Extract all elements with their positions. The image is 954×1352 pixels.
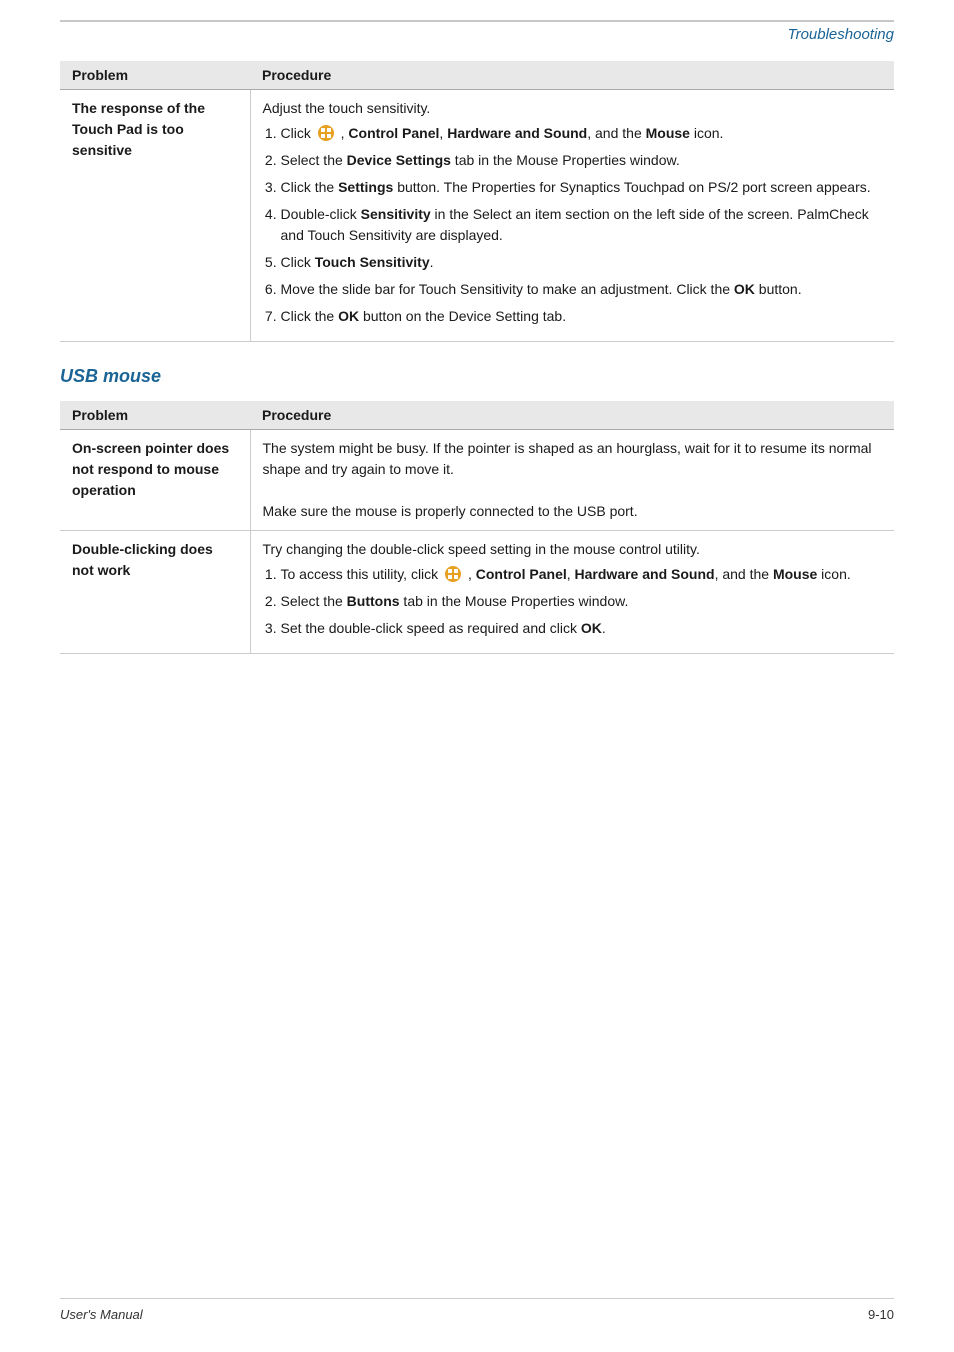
bold-text: Hardware and Sound xyxy=(575,566,715,582)
list-item: Move the slide bar for Touch Sensitivity… xyxy=(281,279,883,300)
touchpad-table: Problem Procedure The response of the To… xyxy=(60,61,894,342)
footer-page-number: 9-10 xyxy=(868,1307,894,1322)
procedure-steps: To access this utility, click , Control … xyxy=(281,564,883,639)
footer: User's Manual 9-10 xyxy=(60,1298,894,1322)
procedure-cell: Try changing the double-click speed sett… xyxy=(250,531,894,654)
procedure-cell: The system might be busy. If the pointer… xyxy=(250,430,894,531)
page-container: Troubleshooting Problem Procedure The re… xyxy=(0,0,954,1352)
bold-text: Touch Sensitivity xyxy=(315,254,430,270)
bold-text: Device Settings xyxy=(347,152,451,168)
procedure-intro: Try changing the double-click speed sett… xyxy=(263,539,883,560)
table-header-row: Problem Procedure xyxy=(60,61,894,90)
footer-left-label: User's Manual xyxy=(60,1307,143,1322)
problem-text: Double-clicking does not work xyxy=(72,541,213,578)
list-item: Set the double-click speed as required a… xyxy=(281,618,883,639)
top-rule xyxy=(60,20,894,22)
windows-start-icon xyxy=(317,124,335,142)
list-item: Select the Device Settings tab in the Mo… xyxy=(281,150,883,171)
bold-text: Hardware and Sound xyxy=(447,125,587,141)
bold-text: Control Panel xyxy=(348,125,439,141)
list-item: Click the OK button on the Device Settin… xyxy=(281,306,883,327)
bold-text: OK xyxy=(338,308,359,324)
list-item: To access this utility, click , Control … xyxy=(281,564,883,585)
col-problem-header: Problem xyxy=(60,401,250,430)
list-item: Click Touch Sensitivity. xyxy=(281,252,883,273)
table-row: On-screen pointer does not respond to mo… xyxy=(60,430,894,531)
page-header-label: Troubleshooting xyxy=(788,26,894,43)
list-item: Click , Control Panel, Hardware and Soun… xyxy=(281,123,883,144)
problem-text: The response of the Touch Pad is too sen… xyxy=(72,100,205,158)
table-row: The response of the Touch Pad is too sen… xyxy=(60,90,894,342)
procedure-steps: Click , Control Panel, Hardware and Soun… xyxy=(281,123,883,327)
bold-text: Sensitivity xyxy=(361,206,431,222)
procedure-text: The system might be busy. If the pointer… xyxy=(263,438,883,480)
procedure-intro: Adjust the touch sensitivity. xyxy=(263,98,883,119)
col-procedure-header: Procedure xyxy=(250,61,894,90)
bold-text: OK xyxy=(734,281,755,297)
list-item: Click the Settings button. The Propertie… xyxy=(281,177,883,198)
col-procedure-header: Procedure xyxy=(250,401,894,430)
list-item: Double-click Sensitivity in the Select a… xyxy=(281,204,883,246)
col-problem-header: Problem xyxy=(60,61,250,90)
windows-start-icon xyxy=(444,565,462,583)
header-area: Troubleshooting xyxy=(60,26,894,43)
bold-text: Buttons xyxy=(347,593,400,609)
list-item: Select the Buttons tab in the Mouse Prop… xyxy=(281,591,883,612)
bold-text: Mouse xyxy=(646,125,690,141)
procedure-cell: Adjust the touch sensitivity. Click xyxy=(250,90,894,342)
problem-text: On-screen pointer does not respond to mo… xyxy=(72,440,229,498)
usb-mouse-table: Problem Procedure On-screen pointer does… xyxy=(60,401,894,654)
bold-text: Mouse xyxy=(773,566,817,582)
bold-text: Control Panel xyxy=(476,566,567,582)
problem-cell: On-screen pointer does not respond to mo… xyxy=(60,430,250,531)
procedure-text-2: Make sure the mouse is properly connecte… xyxy=(263,501,883,522)
table-row: Double-clicking does not work Try changi… xyxy=(60,531,894,654)
bold-text: Settings xyxy=(338,179,393,195)
usb-mouse-heading: USB mouse xyxy=(60,366,894,387)
table-header-row: Problem Procedure xyxy=(60,401,894,430)
problem-cell: The response of the Touch Pad is too sen… xyxy=(60,90,250,342)
problem-cell: Double-clicking does not work xyxy=(60,531,250,654)
bold-text: OK xyxy=(581,620,602,636)
